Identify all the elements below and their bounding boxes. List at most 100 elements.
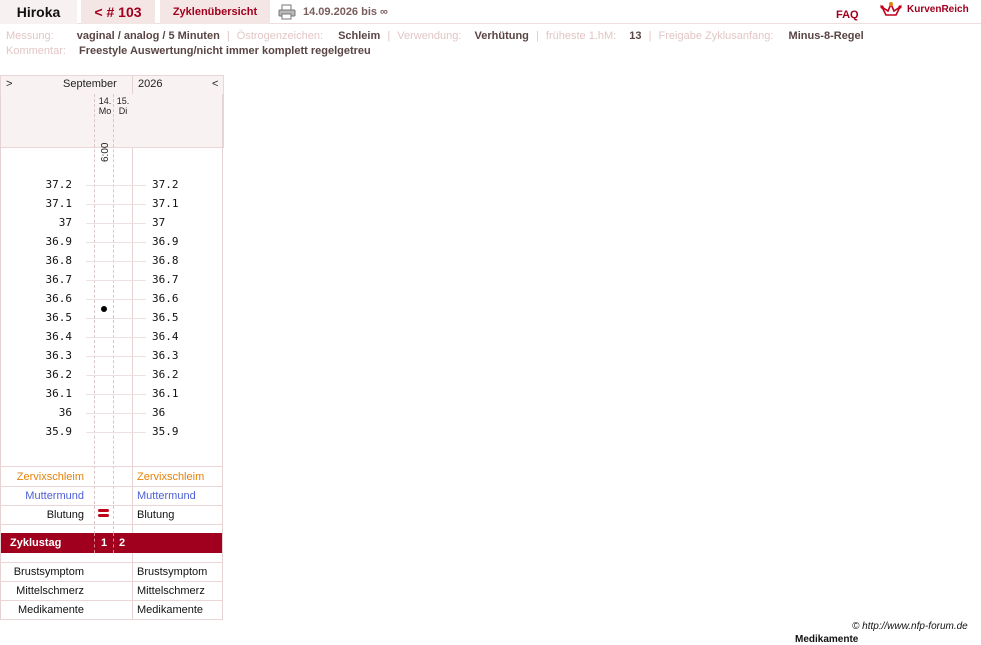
date-header: 14. Mo 15. Di 6:00 <box>0 94 224 162</box>
separator: | <box>387 30 391 42</box>
mittel-label-left[interactable]: Mittelschmerz <box>0 585 84 597</box>
day-label-2: 15. Di <box>116 96 130 116</box>
zervix-label-left[interactable]: Zervixschleim <box>0 471 84 483</box>
month-header: > September 2026 < <box>0 75 224 95</box>
temp-label-right: 37 <box>152 216 166 229</box>
verwendung-value: Verhütung <box>474 30 529 42</box>
temp-gridline <box>86 185 146 186</box>
cycle-overview-tab[interactable]: Zyklenübersicht <box>160 0 270 24</box>
row-divider <box>0 486 222 487</box>
separator: | <box>226 30 230 42</box>
temp-label-right: 36.4 <box>152 330 179 343</box>
verwendung-label: Verwendung: <box>397 30 462 42</box>
temp-label-right: 37.1 <box>152 197 179 210</box>
brust-label-left[interactable]: Brustsymptom <box>0 566 84 578</box>
temp-label-right: 36.5 <box>152 311 179 324</box>
blutung-label-left[interactable]: Blutung <box>0 509 84 521</box>
temp-label-left: 35.9 <box>45 425 73 438</box>
temp-gridline <box>86 337 146 338</box>
temp-label-right: 36.6 <box>152 292 179 305</box>
row-divider <box>0 581 222 582</box>
temp-label-right: 37.2 <box>152 178 179 191</box>
temp-gridline <box>86 375 146 376</box>
temp-gridline <box>86 394 146 395</box>
cycle-day-row: Zyklustag 1 2 <box>0 533 222 553</box>
temp-label-right: 36 <box>152 406 166 419</box>
month-label: September <box>63 78 117 90</box>
cycle-chart: > September 2026 < 14. Mo 15. Di 6:00 37.2… <box>0 75 224 620</box>
temp-label-right: 36.3 <box>152 349 179 362</box>
day-column-line <box>94 94 95 534</box>
temp-gridline <box>86 261 146 262</box>
temperature-point[interactable] <box>101 305 107 312</box>
temp-label-left: 36.3 <box>45 349 73 362</box>
measure-time: 6:00 <box>100 142 111 162</box>
printer-icon[interactable] <box>278 4 296 20</box>
freigabe-value: Minus-8-Regel <box>788 30 864 42</box>
faq-link[interactable]: FAQ <box>836 3 859 27</box>
temp-gridline <box>86 299 146 300</box>
row-divider <box>0 524 222 525</box>
row-divider <box>0 505 222 506</box>
row-divider <box>0 562 222 563</box>
row-divider <box>0 600 222 601</box>
user-tab[interactable]: Hiroka <box>0 0 77 24</box>
temp-label-right: 36.1 <box>152 387 179 400</box>
hm-label: früheste 1.hM: <box>545 30 617 42</box>
cycle-day-1: 1 <box>101 537 108 549</box>
bleeding-marker[interactable] <box>98 514 109 517</box>
temp-label-right: 36.8 <box>152 254 179 267</box>
muttermund-label-right[interactable]: Muttermund <box>137 490 196 502</box>
medi-label-right[interactable]: Medikamente <box>137 604 203 616</box>
medi-label-left[interactable]: Medikamente <box>0 604 84 616</box>
cut-off-label: Medikamente <box>795 634 859 645</box>
brust-label-right[interactable]: Brustsymptom <box>137 566 207 578</box>
temp-label-left: 36.5 <box>45 311 73 324</box>
cycle-day-2: 2 <box>119 537 126 549</box>
temp-label-right: 36.9 <box>152 235 179 248</box>
temp-gridline <box>86 242 146 243</box>
temp-label-left: 36.8 <box>45 254 73 267</box>
hm-value: 13 <box>629 30 642 42</box>
temp-label-right: 35.9 <box>152 425 179 438</box>
temp-gridline <box>86 356 146 357</box>
temp-gridline <box>86 432 146 433</box>
messung-value: vaginal / analog / 5 Minuten <box>76 30 220 42</box>
temp-gridline <box>86 223 146 224</box>
bleeding-marker[interactable] <box>98 509 109 512</box>
mittel-label-right[interactable]: Mittelschmerz <box>137 585 205 597</box>
oestrogen-value: Schleim <box>338 30 381 42</box>
info-row-1: Messung: vaginal / analog / 5 Minuten | … <box>6 30 864 42</box>
temp-label-left: 36.4 <box>45 330 73 343</box>
copyright: © http://www.nfp-forum.de <box>852 621 968 632</box>
top-bar: Hiroka < # 103 Zyklenübersicht 14.09.202… <box>0 0 981 24</box>
day-column-line <box>113 533 114 553</box>
prev-month-button[interactable]: < <box>212 78 218 90</box>
temp-label-left: 37 <box>58 216 72 229</box>
crown-icon <box>880 1 902 16</box>
zervix-label-right[interactable]: Zervixschleim <box>137 471 204 483</box>
brand-logo[interactable]: KurvenReich <box>907 0 969 20</box>
cycle-number-tab[interactable]: < # 103 <box>81 0 155 24</box>
panel-right-border <box>222 94 223 620</box>
kommentar-value: Freestyle Auswertung/nicht immer komplet… <box>78 45 371 57</box>
kommentar-label: Kommentar: <box>6 45 66 57</box>
temp-label-right: 36.2 <box>152 368 179 381</box>
next-month-button[interactable]: > <box>6 78 12 90</box>
temp-label-left: 37.1 <box>45 197 73 210</box>
day-column-line <box>94 533 95 553</box>
oestrogen-label: Östrogenzeichen: <box>236 30 323 42</box>
temp-label-left: 36 <box>58 406 72 419</box>
separator: | <box>648 30 652 42</box>
year-label: 2026 <box>138 78 163 90</box>
temp-label-right: 36.7 <box>152 273 179 286</box>
row-divider <box>0 466 222 467</box>
day-label-1: 14. Mo <box>98 96 112 116</box>
blutung-label-right[interactable]: Blutung <box>137 509 174 521</box>
info-row-2: Kommentar: Freestyle Auswertung/nicht im… <box>6 45 371 57</box>
panel-left-border <box>0 94 1 620</box>
muttermund-label-left[interactable]: Muttermund <box>0 490 84 502</box>
messung-label: Messung: <box>6 30 54 42</box>
temp-label-left: 36.2 <box>45 368 73 381</box>
temp-gridline <box>86 204 146 205</box>
